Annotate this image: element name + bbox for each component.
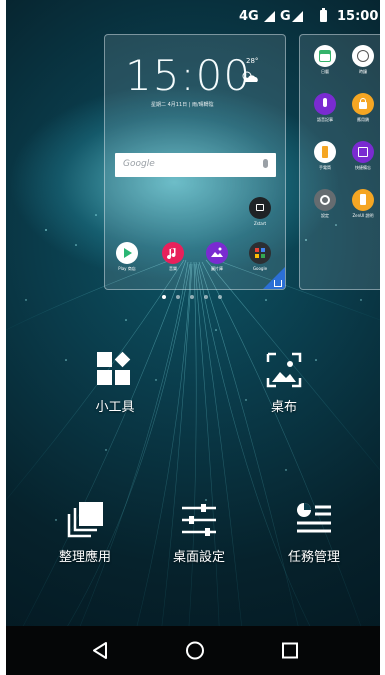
clock-widget-date: 星期二 4月11日 | 雨/晴轉陰 <box>151 102 214 108</box>
app-label: 時鐘 <box>359 69 367 74</box>
widgets-button[interactable]: 小工具 <box>90 350 140 420</box>
widgets-label: 小工具 <box>95 400 135 415</box>
network-type-4g: 4G <box>239 9 259 24</box>
wallpaper-icon <box>266 352 302 388</box>
back-icon <box>93 642 107 659</box>
music-icon[interactable] <box>162 242 184 264</box>
google-folder-icon[interactable] <box>249 242 271 264</box>
page-dot[interactable] <box>204 295 208 299</box>
app-label: 快捷備忘 <box>355 165 371 170</box>
home-screen-edit-mode: 4G G 15:00 15:00 28° 星期二 4月11日 | 雨/晴轉陰 G… <box>6 0 380 675</box>
app-label: ZenUI 說明 <box>352 213 374 218</box>
signal-strength-icon <box>292 11 303 22</box>
app-label: 語音記事 <box>317 117 333 122</box>
app-label: 日曆 <box>321 69 329 74</box>
network-type-g: G <box>280 9 291 24</box>
app-lock-icon[interactable] <box>352 93 374 115</box>
google-search-bar[interactable]: Google <box>115 153 276 177</box>
app-label: 圖片庫 <box>211 266 223 271</box>
battery-icon <box>320 8 327 22</box>
sliders-icon <box>182 504 216 536</box>
organize-apps-button[interactable]: 整理應用 <box>59 500 111 570</box>
wallpaper-button[interactable]: 桌布 <box>259 350 309 420</box>
calendar-icon[interactable] <box>314 45 336 67</box>
app-label: Zstart <box>253 221 267 226</box>
zenui-help-icon[interactable] <box>352 189 374 211</box>
navigation-bar <box>6 626 380 675</box>
home-page-preview-2[interactable]: 日曆 時鐘 語音記事 應用鎖 手電筒 快捷備忘 設定 ZenUI 說明 <box>299 34 380 290</box>
home-icon <box>274 280 282 287</box>
settings-icon[interactable] <box>314 189 336 211</box>
voice-recorder-icon[interactable] <box>314 93 336 115</box>
task-manager-icon <box>297 503 331 533</box>
task-manager-button[interactable]: 任務管理 <box>288 500 340 570</box>
page-dot[interactable] <box>218 295 222 299</box>
home-button[interactable] <box>160 626 230 675</box>
status-time: 15:00 <box>337 9 379 24</box>
home-settings-button[interactable]: 桌面設定 <box>173 500 225 570</box>
play-store-icon[interactable] <box>116 242 138 264</box>
app-label: 手電筒 <box>319 165 331 170</box>
home-settings-label: 桌面設定 <box>172 550 225 565</box>
weather-icon <box>242 71 258 82</box>
wallpaper-label: 桌布 <box>270 400 297 415</box>
clock-widget-time: 15:00 <box>125 51 252 100</box>
recents-icon <box>282 642 298 659</box>
app-label: 設定 <box>321 213 329 218</box>
page-dot-active[interactable] <box>162 295 166 299</box>
app-label: 音樂 <box>169 266 177 271</box>
stacked-pages-icon <box>67 502 103 538</box>
home-page-preview[interactable]: 15:00 28° 星期二 4月11日 | 雨/晴轉陰 Google Zstar… <box>104 34 286 290</box>
page-indicator <box>162 295 232 301</box>
app-label: 應用鎖 <box>357 117 369 122</box>
page-dot[interactable] <box>190 295 194 299</box>
widgets-icon <box>97 351 131 385</box>
search-placeholder: Google <box>123 159 155 169</box>
zstart-folder-icon[interactable] <box>249 197 271 219</box>
page-dot[interactable] <box>176 295 180 299</box>
signal-strength-icon <box>264 11 275 22</box>
mic-icon[interactable] <box>263 159 268 168</box>
status-bar: 4G G 15:00 <box>6 0 380 32</box>
recents-button[interactable] <box>255 626 325 675</box>
clock-icon[interactable] <box>352 45 374 67</box>
memo-icon[interactable] <box>352 141 374 163</box>
organize-apps-label: 整理應用 <box>58 550 111 565</box>
gallery-icon[interactable] <box>206 242 228 264</box>
home-circle-icon <box>186 641 204 660</box>
app-label: Play 商店 <box>118 266 136 271</box>
back-button[interactable] <box>65 626 135 675</box>
flashlight-icon[interactable] <box>314 141 336 163</box>
weather-temperature: 28° <box>246 57 259 65</box>
task-manager-label: 任務管理 <box>287 550 340 565</box>
